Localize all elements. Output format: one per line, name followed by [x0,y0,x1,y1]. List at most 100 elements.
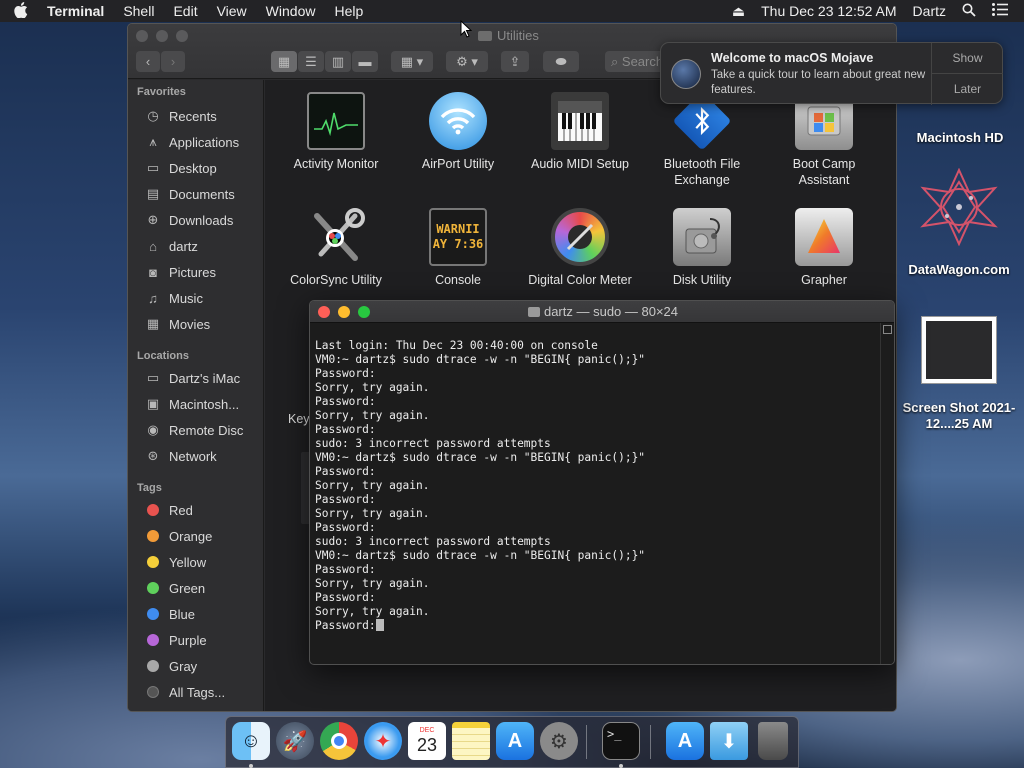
sidebar-item-label: Desktop [169,160,217,176]
back-button[interactable]: ‹ [136,51,160,72]
launchpad-icon[interactable]: 🚀 [276,722,314,760]
calendar-day: 23 [416,735,438,755]
notes-icon[interactable] [452,722,490,760]
sidebar-item-documents[interactable]: ▤ Documents [144,184,235,204]
tag-dot [147,608,159,620]
app-store-folder-icon[interactable]: A [666,722,704,760]
group-by-button[interactable]: ▦ ▾ [391,51,433,72]
safari-icon[interactable]: ✦ [364,722,402,760]
home-folder-icon [527,307,540,317]
apple-menu-icon[interactable] [14,1,28,21]
desktop-icon-screenshot[interactable]: Screen Shot 2021-12....25 AM [902,316,1016,432]
menu-help[interactable]: Help [334,3,363,19]
column-view-button[interactable]: ▥ [325,51,351,72]
menu-shell[interactable]: Shell [123,3,154,19]
terminal-line: Sorry, try again. [315,577,430,590]
menu-clock[interactable]: Thu Dec 23 12:52 AM [761,3,896,19]
app-audio-midi-setup[interactable]: Audio MIDI Setup [525,92,635,172]
menu-app-terminal[interactable]: Terminal [47,3,104,19]
app-bluetooth-file-exchange[interactable]: Bluetooth File Exchange [647,91,757,188]
app-colorsync-utility[interactable]: ColorSync Utility [281,208,391,288]
terminal-output[interactable]: Last login: Thu Dec 23 00:40:00 on conso… [315,325,645,661]
sidebar-item-pictures[interactable]: ◙ Pictures [144,262,216,282]
terminal-titlebar[interactable]: dartz — sudo — 80×24 [310,301,894,323]
sidebar-tag-gray[interactable]: Gray [144,656,197,676]
system-preferences-icon[interactable]: ⚙ [540,722,578,760]
sidebar-tag-blue[interactable]: Blue [144,604,195,624]
sidebar-item-macintosh[interactable]: ▣ Macintosh... [144,394,239,414]
app-activity-monitor[interactable]: Activity Monitor [281,92,391,172]
app-boot-camp-assistant[interactable]: Boot Camp Assistant [769,92,879,188]
applications-icon: ⩚ [149,134,157,149]
sidebar-item-network[interactable]: ⊛ Network [144,446,217,466]
console-icon-text: AY 7:36 [432,237,484,251]
sidebar-item-imac[interactable]: ▭ Dartz's iMac [144,368,240,388]
sidebar-tag-green[interactable]: Green [144,578,205,598]
home-icon: ⌂ [149,238,157,254]
spotlight-icon[interactable] [962,3,976,20]
sidebar-tag-orange[interactable]: Orange [144,526,212,546]
sidebar-item-desktop[interactable]: ▭ Desktop [144,158,217,178]
sidebar-tag-purple[interactable]: Purple [144,630,207,650]
app-disk-utility[interactable]: Disk Utility [647,208,757,288]
mouse-pointer-icon [460,19,473,43]
finder-minimize-button[interactable] [156,30,168,42]
terminal-icon[interactable]: >_ [602,722,640,760]
terminal-line: Password: [315,423,376,436]
terminal-scrollbar[interactable] [880,323,894,664]
menu-window[interactable]: Window [266,3,316,19]
menu-view[interactable]: View [217,3,247,19]
sidebar-item-applications[interactable]: ⩚ Applications [144,132,239,152]
share-button[interactable]: ⇪ [501,51,529,72]
grapher-icon [795,208,853,266]
sidebar-all-tags[interactable]: All Tags... [144,682,225,702]
downloads-folder-icon[interactable]: ⬇ [710,722,748,760]
action-gear-button[interactable]: ⚙ ▾ [446,51,488,72]
terminal-line: sudo: 3 incorrect password attempts [315,535,551,548]
sidebar-item-remote-disc[interactable]: ◉ Remote Disc [144,420,243,440]
app-digital-color-meter[interactable]: Digital Color Meter [525,208,635,288]
list-view-button[interactable]: ☰ [298,51,324,72]
gallery-view-button[interactable]: ▬ [352,51,378,72]
sidebar-tag-yellow[interactable]: Yellow [144,552,206,572]
finder-icon[interactable]: ☺ [232,722,270,760]
calendar-icon[interactable]: DEC 23 [408,722,446,760]
terminal-line: VM0:~ dartz$ sudo dtrace -w -n "BEGIN{ p… [315,451,646,464]
notification-center-icon[interactable] [992,3,1008,19]
desktop-icon-datawagon[interactable]: DataWagon.com [904,167,1014,278]
app-console[interactable]: WARNII AY 7:36 Console [403,208,513,288]
finder-close-button[interactable] [136,30,148,42]
sidebar-item-music[interactable]: ♫ Music [144,288,203,308]
terminal-prompt: Password: [315,619,376,632]
trash-icon[interactable] [758,722,788,760]
sidebar-item-downloads[interactable]: ⊕ Downloads [144,210,234,230]
sidebar-item-label: Movies [169,316,211,332]
menu-user[interactable]: Dartz [913,3,946,19]
menu-bar: Terminal Shell Edit View Window Help ⏏ T… [0,0,1024,22]
chrome-icon[interactable] [320,722,358,760]
sidebar-item-recents[interactable]: ◷ Recents [144,106,216,126]
tags-button[interactable]: ⬬ [543,51,579,72]
app-airport-utility[interactable]: AirPort Utility [403,92,513,172]
sidebar-item-label: Pictures [169,264,216,280]
app-grapher[interactable]: Grapher [769,208,879,288]
sidebar-tag-red[interactable]: Red [144,500,193,520]
icon-view-button[interactable]: ▦ [271,51,297,72]
all-tags-icon [147,686,159,698]
finder-zoom-button[interactable] [176,30,188,42]
app-store-icon[interactable]: A [496,722,534,760]
forward-button[interactable]: › [161,51,185,72]
tag-label: Yellow [169,554,207,570]
scrollbar-thumb[interactable] [883,325,892,334]
tag-dot [147,582,159,594]
sidebar-item-dartz[interactable]: ⌂ dartz [144,236,198,256]
desktop-icon-macintosh-hd[interactable]: Macintosh HD [908,34,1012,146]
terminal-line: Sorry, try again. [315,381,430,394]
menu-edit[interactable]: Edit [173,3,197,19]
tag-label: Orange [169,528,213,544]
tag-dot [147,634,159,646]
eject-icon[interactable]: ⏏ [732,3,745,20]
app-label: Grapher [801,273,847,287]
tag-label: Gray [169,658,198,674]
sidebar-item-movies[interactable]: ▦ Movies [144,314,210,334]
